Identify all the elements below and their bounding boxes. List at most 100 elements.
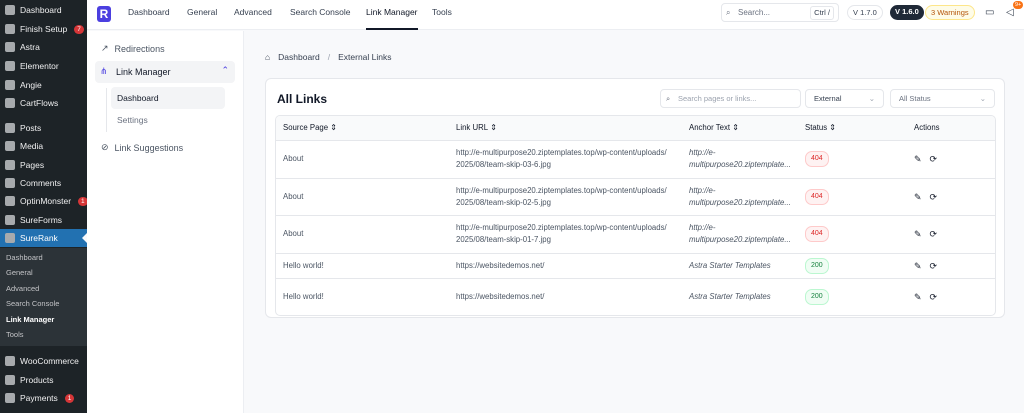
recheck-icon[interactable]: ⟳ xyxy=(930,228,938,240)
source-page-link[interactable]: About xyxy=(283,216,303,253)
wp-menu-comments[interactable]: Comments xyxy=(0,174,87,192)
recheck-icon[interactable]: ⟳ xyxy=(930,191,938,203)
link-url[interactable]: https://websitedemos.net/ xyxy=(456,254,544,278)
wp-submenu-item[interactable]: Search Console xyxy=(6,299,59,308)
menu-icon xyxy=(5,80,15,90)
anchor-line: multipurpose20.ziptemplate... xyxy=(689,197,791,207)
menu-label: Media xyxy=(20,141,44,151)
tab-dashboard[interactable]: Dashboard xyxy=(128,0,170,30)
header-source-page[interactable]: Source Page ⇕ xyxy=(283,116,337,140)
anchor-text: http://e-multipurpose20.ziptemplate... xyxy=(689,179,791,216)
edit-icon[interactable]: ✎ xyxy=(914,153,922,165)
edit-icon[interactable]: ✎ xyxy=(914,191,922,203)
wp-menu-optinmonster[interactable]: OptinMonster 1 xyxy=(0,192,88,210)
tab-link-manager[interactable]: Link Manager xyxy=(366,0,418,30)
wp-submenu-item[interactable]: Link Manager xyxy=(6,315,54,324)
new-version-badge[interactable]: V 1.7.0 xyxy=(847,5,883,20)
wp-menu-astra[interactable]: Astra xyxy=(0,38,87,56)
wp-menu-media[interactable]: Media xyxy=(0,137,87,155)
search-placeholder: Search... xyxy=(738,8,771,17)
menu-label: Finish Setup xyxy=(20,24,68,34)
anchor-text: Astra Starter Templates xyxy=(689,254,771,278)
menu-icon xyxy=(5,178,15,188)
paperclip-icon: ⊘ xyxy=(101,142,109,152)
wp-submenu-item[interactable]: Dashboard xyxy=(6,253,43,262)
links-search-input[interactable]: ⌕ Search pages or links... xyxy=(660,89,801,108)
wp-admin-sidebar: Dashboard General Advanced Search Console Li… xyxy=(0,0,88,413)
tab-tools[interactable]: Tools xyxy=(432,0,452,30)
docs-icon[interactable]: ▭ xyxy=(985,7,994,18)
status-select[interactable]: All Status ⌄ xyxy=(890,89,995,108)
link-url[interactable]: http://e-multipurpose20.ziptemplates.top… xyxy=(456,179,667,216)
header-actions: Actions xyxy=(914,123,940,132)
menu-icon xyxy=(5,98,15,108)
recheck-icon[interactable]: ⟳ xyxy=(930,291,938,303)
source-page-link[interactable]: Hello world! xyxy=(283,279,324,315)
wp-menu-cartflows[interactable]: CartFlows xyxy=(0,94,87,112)
tab-search-console[interactable]: Search Console xyxy=(290,0,350,30)
search-icon: ⌕ xyxy=(726,8,731,17)
link-url[interactable]: http://e-multipurpose20.ziptemplates.top… xyxy=(456,216,667,253)
recheck-icon[interactable]: ⟳ xyxy=(930,260,938,272)
status-badge: 404 xyxy=(805,226,829,243)
wp-menu-angie[interactable]: Angie xyxy=(0,76,87,94)
menu-label: Posts xyxy=(20,123,42,133)
link-url[interactable]: https://websitedemos.net/ xyxy=(456,279,544,315)
menu-icon xyxy=(5,5,15,15)
wp-submenu-item[interactable]: Tools xyxy=(6,330,24,339)
nav-link-suggestions[interactable]: ⊘ Link Suggestions xyxy=(101,142,183,153)
wp-submenu-item[interactable]: General xyxy=(6,268,33,277)
header-status[interactable]: Status ⇕ xyxy=(805,116,836,140)
source-page-link[interactable]: About xyxy=(283,141,303,178)
nav-link-manager[interactable]: ⋔ Link Manager ⌃ xyxy=(95,61,235,83)
tab-advanced[interactable]: Advanced xyxy=(234,0,272,30)
wp-menu-finish-setup[interactable]: Finish Setup 7 xyxy=(0,20,87,38)
edit-icon[interactable]: ✎ xyxy=(914,228,922,240)
nav-label: Link Suggestions xyxy=(114,142,184,153)
link-url[interactable]: http://e-multipurpose20.ziptemplates.top… xyxy=(456,141,667,178)
edit-icon[interactable]: ✎ xyxy=(914,260,922,272)
card-title: All Links xyxy=(277,92,328,106)
wp-menu-pages[interactable]: Pages xyxy=(0,156,87,174)
plugin-nav: ↗ Redirections ⋔ Link Manager ⌃ Dashboard… xyxy=(87,31,244,413)
header-link-url[interactable]: Link URL ⇕ xyxy=(456,116,497,140)
nav-dashboard[interactable]: Dashboard xyxy=(111,87,225,109)
source-page-link[interactable]: About xyxy=(283,179,303,216)
menu-icon xyxy=(5,215,15,225)
header-anchor-text[interactable]: Anchor Text ⇕ xyxy=(689,116,739,140)
wp-menu-products[interactable]: Products xyxy=(0,371,87,389)
wp-menu-posts[interactable]: Posts xyxy=(0,119,87,137)
chevron-up-icon[interactable]: ⌃ xyxy=(221,65,229,76)
breadcrumb-current: External Links xyxy=(338,52,392,62)
global-search[interactable]: ⌕ Search... Ctrl / xyxy=(721,3,839,22)
menu-label: SureRank xyxy=(20,233,58,243)
wp-menu-dashboard[interactable]: Dashboard xyxy=(0,1,87,19)
table-row: Hello world! https://websitedemos.net/Ast… xyxy=(276,277,995,315)
announcement-icon[interactable]: ◁ xyxy=(1006,7,1014,18)
edit-icon[interactable]: ✎ xyxy=(914,291,922,303)
menu-icon xyxy=(5,356,15,366)
tab-general[interactable]: General xyxy=(187,0,217,30)
link-type-select[interactable]: External ⌄ xyxy=(805,89,884,108)
url-line: 2025/08/team-skip-01-7.jpg xyxy=(456,235,551,245)
menu-icon xyxy=(5,160,15,170)
wp-menu-elementor[interactable]: Elementor xyxy=(0,57,87,75)
wp-menu-surerank[interactable]: SureRank xyxy=(0,229,87,247)
wp-submenu-item[interactable]: Advanced xyxy=(6,284,39,293)
url-line: 2025/08/team-skip-02-5.jpg xyxy=(456,197,551,207)
menu-icon xyxy=(5,196,15,206)
wp-menu-woocommerce[interactable]: WooCommerce xyxy=(0,352,87,370)
wp-menu-payments[interactable]: Payments 1 xyxy=(0,389,87,407)
nav-settings[interactable]: Settings xyxy=(117,115,148,125)
breadcrumb-dashboard[interactable]: Dashboard xyxy=(278,52,320,62)
recheck-icon[interactable]: ⟳ xyxy=(930,153,938,165)
wp-menu-sureforms[interactable]: SureForms xyxy=(0,211,87,229)
warnings-badge[interactable]: 3 Warnings xyxy=(925,5,975,20)
sitemap-icon: ⋔ xyxy=(100,66,108,76)
search-icon: ⌕ xyxy=(666,94,671,103)
menu-icon xyxy=(5,141,15,151)
nav-redirections[interactable]: ↗ Redirections xyxy=(101,43,165,54)
anchor-text: http://e-multipurpose20.ziptemplate... xyxy=(689,141,791,178)
search-placeholder: Search pages or links... xyxy=(678,94,757,103)
source-page-link[interactable]: Hello world! xyxy=(283,254,324,278)
